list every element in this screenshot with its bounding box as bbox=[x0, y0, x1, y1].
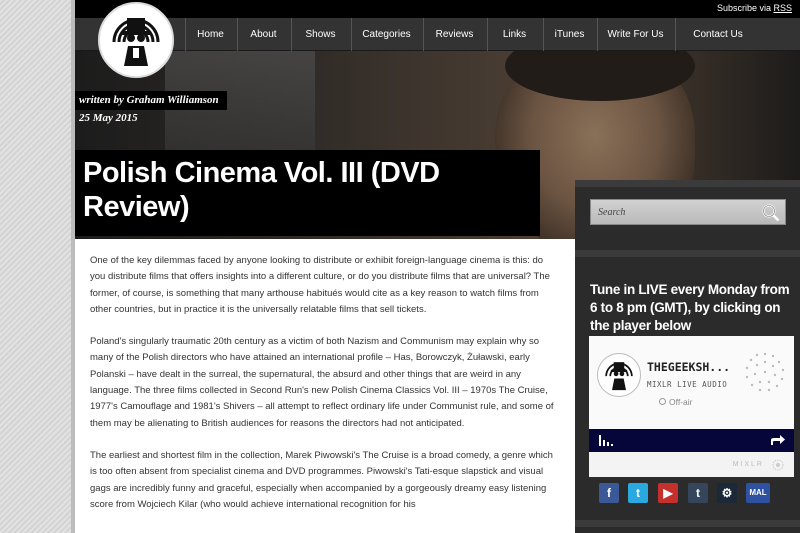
geek-logo-icon bbox=[605, 362, 633, 391]
mal-icon[interactable]: MAL bbox=[746, 483, 770, 503]
steam-icon[interactable]: ⚙ bbox=[717, 483, 737, 503]
tumblr-icon[interactable]: t bbox=[688, 483, 708, 503]
top-bar: Subscribe via RSS bbox=[75, 0, 800, 18]
nav-home[interactable]: Home bbox=[185, 18, 235, 51]
player-subtitle: MIXLR LIVE AUDIO bbox=[647, 380, 728, 389]
mixlr-logo-icon[interactable] bbox=[772, 459, 784, 471]
search-input[interactable] bbox=[593, 202, 758, 222]
post-title-box: Polish Cinema Vol. III (DVD Review) bbox=[75, 150, 540, 236]
sidebar: Tune in LIVE every Monday from 6 to 8 pm… bbox=[575, 180, 800, 533]
nav-itunes[interactable]: iTunes bbox=[543, 18, 595, 51]
facebook-icon[interactable]: f bbox=[599, 483, 619, 503]
youtube-icon[interactable]: ▶ bbox=[658, 483, 678, 503]
mixlr-brand: MIXLR bbox=[732, 461, 764, 468]
geek-logo-icon bbox=[112, 18, 160, 66]
site-logo[interactable] bbox=[98, 2, 174, 78]
twitter-icon[interactable]: t bbox=[628, 483, 648, 503]
rss-link[interactable]: RSS bbox=[773, 3, 792, 13]
post-paragraph: One of the key dilemmas faced by anyone … bbox=[90, 255, 550, 315]
post-date: 25 May 2015 bbox=[79, 112, 138, 124]
player-control-bar bbox=[589, 429, 794, 452]
subscribe-text: Subscribe via bbox=[716, 3, 771, 13]
equalizer-icon[interactable] bbox=[599, 435, 613, 446]
page-background-left bbox=[0, 0, 75, 533]
player-logo bbox=[597, 353, 641, 397]
nav-categories[interactable]: Categories bbox=[351, 18, 421, 51]
nav-shows[interactable]: Shows bbox=[291, 18, 349, 51]
post-byline: written by Graham Williamson bbox=[75, 91, 227, 110]
nav-write-for-us[interactable]: Write For Us bbox=[597, 18, 673, 51]
post-content: One of the key dilemmas faced by anyone … bbox=[75, 239, 575, 533]
post-paragraph: Poland's singularly traumatic 20th centu… bbox=[90, 336, 554, 429]
post-title: Polish Cinema Vol. III (DVD Review) bbox=[83, 157, 440, 223]
player-station-name: THEGEEKSH... bbox=[647, 360, 731, 374]
status-icon bbox=[659, 398, 666, 405]
nav-about[interactable]: About bbox=[237, 18, 289, 51]
post-paragraph: The earliest and shortest film in the co… bbox=[90, 449, 553, 510]
player-status: Off-air bbox=[669, 397, 693, 407]
nav-links[interactable]: Links bbox=[487, 18, 541, 51]
subscribe-link[interactable]: Subscribe via RSS bbox=[717, 3, 792, 13]
dots-pattern-icon bbox=[745, 352, 785, 392]
search-icon[interactable] bbox=[761, 203, 781, 223]
tune-in-heading: Tune in LIVE every Monday from 6 to 8 pm… bbox=[590, 282, 790, 333]
search-box bbox=[590, 199, 786, 225]
nav-reviews[interactable]: Reviews bbox=[423, 18, 485, 51]
share-icon[interactable] bbox=[770, 434, 786, 446]
mixlr-player[interactable]: THEGEEKSH... MIXLR LIVE AUDIO Off-air MI… bbox=[589, 336, 794, 477]
main-nav: Home About Shows Categories Reviews Link… bbox=[75, 18, 800, 51]
nav-contact-us[interactable]: Contact Us bbox=[675, 18, 760, 51]
